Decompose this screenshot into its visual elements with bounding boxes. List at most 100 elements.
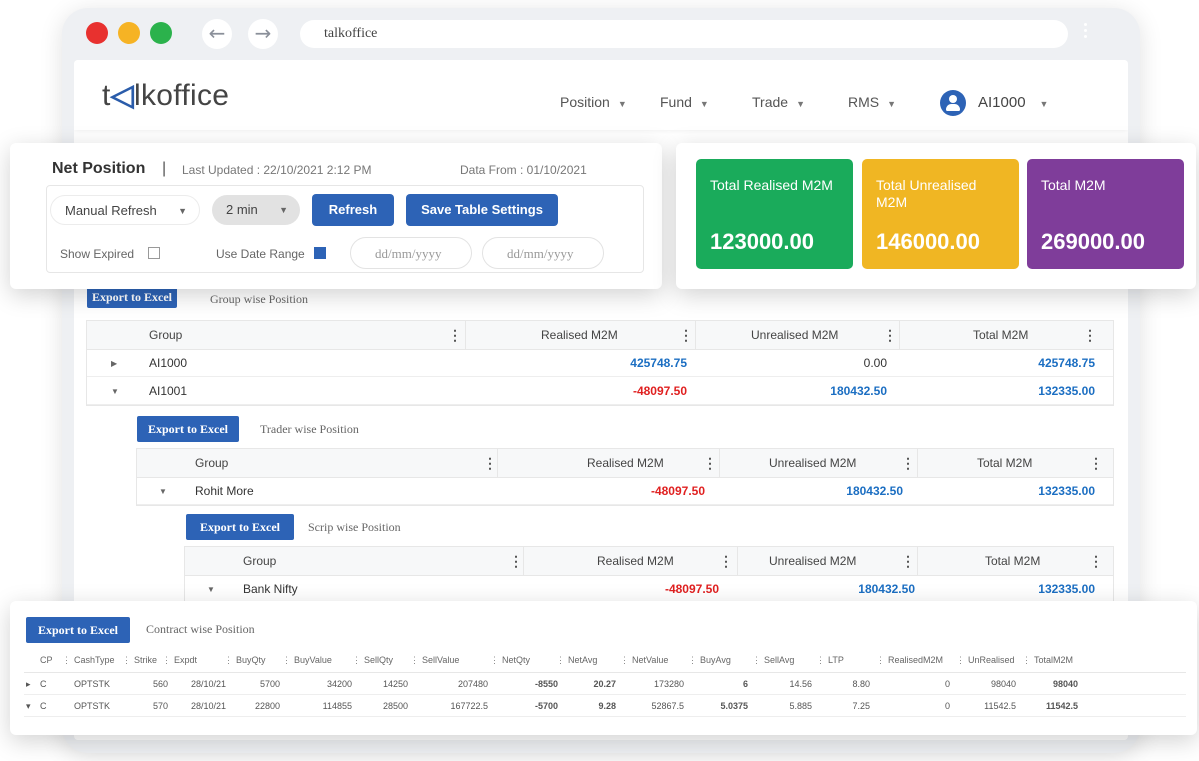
column-menu-icon[interactable]: ⋮ bbox=[901, 548, 915, 575]
column-menu-icon[interactable]: ⋮ bbox=[1022, 647, 1031, 673]
export-scrip-button[interactable]: Export to Excel bbox=[186, 514, 294, 540]
column-menu-icon[interactable]: ⋮ bbox=[352, 647, 361, 673]
show-expired-label: Show Expired bbox=[60, 247, 135, 261]
contract-table-header: CP ⋮ CashType ⋮ Strike ⋮ Expdt ⋮ BuyQty ⋮ BuyValue… bbox=[24, 647, 1186, 673]
column-menu-icon[interactable]: ⋮ bbox=[752, 647, 761, 673]
column-header-buyavg: BuyAvg bbox=[700, 655, 731, 665]
export-trader-button[interactable]: Export to Excel bbox=[137, 416, 239, 442]
column-menu-icon[interactable]: ⋮ bbox=[876, 647, 885, 673]
column-menu-icon[interactable]: ⋮ bbox=[620, 647, 629, 673]
column-header-unrealised: UnRealised bbox=[968, 655, 1015, 665]
column-menu-icon[interactable]: ⋮ bbox=[901, 450, 915, 477]
cell-sellavg: 14.56 bbox=[789, 679, 812, 689]
collapse-row-icon[interactable]: ▼ bbox=[111, 378, 119, 405]
export-contract-button[interactable]: Export to Excel bbox=[26, 617, 130, 643]
column-menu-icon[interactable]: ⋮ bbox=[1089, 548, 1103, 575]
column-menu-icon[interactable]: ⋮ bbox=[1083, 322, 1097, 349]
column-menu-icon[interactable]: ⋮ bbox=[719, 548, 733, 575]
column-menu-icon[interactable]: ⋮ bbox=[956, 647, 965, 673]
group-table-header: Group ⋮ Realised M2M ⋮ Unrealised M2M ⋮ … bbox=[87, 321, 1113, 350]
column-menu-icon[interactable]: ⋮ bbox=[816, 647, 825, 673]
refresh-interval-select[interactable]: 2 min ▼ bbox=[212, 195, 300, 225]
back-arrow-icon[interactable]: ← bbox=[202, 19, 232, 49]
group-table: Group ⋮ Realised M2M ⋮ Unrealised M2M ⋮ … bbox=[86, 320, 1114, 406]
export-group-button[interactable]: Export to Excel bbox=[87, 286, 177, 308]
column-menu-icon[interactable]: ⋮ bbox=[883, 322, 897, 349]
totals-panel: Total Realised M2M 123000.00 Total Unrea… bbox=[676, 143, 1196, 289]
table-row[interactable]: ▼ Bank Nifty -48097.50 180432.50 132335.… bbox=[185, 576, 1113, 603]
contract-table-caption: Contract wise Position bbox=[146, 622, 255, 636]
nav-rms[interactable]: RMS ▼ bbox=[848, 94, 896, 110]
column-menu-icon[interactable]: ⋮ bbox=[122, 647, 131, 673]
browser-menu-icon[interactable] bbox=[1084, 20, 1090, 41]
show-expired-checkbox[interactable] bbox=[148, 247, 160, 259]
column-menu-icon[interactable]: ⋮ bbox=[1089, 450, 1103, 477]
forward-arrow-icon[interactable]: → bbox=[248, 19, 278, 49]
use-date-range-label: Use Date Range bbox=[216, 247, 305, 261]
refresh-mode-select[interactable]: Manual Refresh ▼ bbox=[50, 195, 200, 225]
table-row[interactable]: ▼ Rohit More -48097.50 180432.50 132335.… bbox=[137, 478, 1113, 505]
column-menu-icon[interactable]: ⋮ bbox=[556, 647, 565, 673]
cell-totalm2m: 98040 bbox=[1052, 679, 1078, 689]
column-menu-icon[interactable]: ⋮ bbox=[703, 450, 717, 477]
collapse-row-icon[interactable]: ▼ bbox=[207, 576, 215, 603]
address-bar[interactable]: talkoffice bbox=[300, 20, 1068, 48]
expand-row-icon[interactable]: ▸ bbox=[26, 673, 31, 695]
close-window-dot[interactable] bbox=[86, 22, 108, 44]
column-header-unrealised: Unrealised M2M bbox=[751, 328, 839, 342]
cell-cashtype: OPTSTK bbox=[74, 701, 111, 711]
trader-table-caption: Trader wise Position bbox=[260, 422, 359, 436]
cell-netavg: 9.28 bbox=[598, 701, 616, 711]
cell-buyqty: 22800 bbox=[254, 701, 280, 711]
minimize-window-dot[interactable] bbox=[118, 22, 140, 44]
cell-buyvalue: 114855 bbox=[322, 701, 352, 711]
cell-cp: C bbox=[40, 701, 47, 711]
cell-unrealised: 98040 bbox=[990, 679, 1016, 689]
column-menu-icon[interactable]: ⋮ bbox=[688, 647, 697, 673]
table-row[interactable]: ▶ AI1000 425748.75 0.00 425748.75 bbox=[87, 350, 1113, 377]
column-menu-icon[interactable]: ⋮ bbox=[410, 647, 419, 673]
column-menu-icon[interactable]: ⋮ bbox=[224, 647, 233, 673]
column-header-realisedm2m: RealisedM2M bbox=[888, 655, 944, 665]
column-menu-icon[interactable]: ⋮ bbox=[490, 647, 499, 673]
cell-netqty: -5700 bbox=[534, 701, 558, 711]
column-menu-icon[interactable]: ⋮ bbox=[448, 322, 462, 349]
cell-buyavg: 5.0375 bbox=[720, 701, 748, 711]
last-updated-text: Last Updated : 22/10/2021 2:12 PM bbox=[182, 163, 372, 177]
table-row[interactable]: ▼ AI1001 -48097.50 180432.50 132335.00 bbox=[87, 378, 1113, 405]
date-from-input[interactable]: dd/mm/yyyy bbox=[350, 237, 472, 269]
column-menu-icon[interactable]: ⋮ bbox=[282, 647, 291, 673]
cell-ltp: 7.25 bbox=[852, 701, 870, 711]
nav-position[interactable]: Position ▼ bbox=[560, 94, 627, 110]
column-header-realised: Realised M2M bbox=[541, 328, 618, 342]
cell-netvalue: 173280 bbox=[653, 679, 684, 689]
save-table-settings-button[interactable]: Save Table Settings bbox=[406, 194, 558, 226]
table-row[interactable]: ▾ C OPTSTK 570 28/10/21 22800 114855 28500 16772… bbox=[24, 695, 1186, 717]
nav-fund[interactable]: Fund ▼ bbox=[660, 94, 709, 110]
date-to-input[interactable]: dd/mm/yyyy bbox=[482, 237, 604, 269]
column-menu-icon[interactable]: ⋮ bbox=[509, 548, 523, 575]
refresh-button[interactable]: Refresh bbox=[312, 194, 394, 226]
table-row[interactable]: ▸ C OPTSTK 560 28/10/21 5700 34200 14250 207480 -… bbox=[24, 673, 1186, 695]
column-header-cashtype: CashType bbox=[74, 655, 115, 665]
nav-trade[interactable]: Trade ▼ bbox=[752, 94, 805, 110]
column-menu-icon[interactable]: ⋮ bbox=[62, 647, 71, 673]
column-menu-icon[interactable]: ⋮ bbox=[483, 450, 497, 477]
maximize-window-dot[interactable] bbox=[150, 22, 172, 44]
chevron-down-icon: ▼ bbox=[796, 99, 805, 109]
column-menu-icon[interactable]: ⋮ bbox=[162, 647, 171, 673]
expand-row-icon[interactable]: ▶ bbox=[111, 350, 117, 377]
talkoffice-logo[interactable]: t◁lkoffice bbox=[102, 78, 229, 113]
collapse-row-icon[interactable]: ▼ bbox=[159, 478, 167, 505]
cell-sellavg: 5.885 bbox=[789, 701, 812, 711]
data-from-text: Data From : 01/10/2021 bbox=[460, 163, 587, 177]
user-menu[interactable]: AI1000 ▼ bbox=[978, 94, 1048, 111]
scrip-table-header: Group ⋮ Realised M2M ⋮ Unrealised M2M ⋮ … bbox=[185, 547, 1113, 576]
column-header-group: Group bbox=[149, 328, 183, 342]
column-menu-icon[interactable]: ⋮ bbox=[679, 322, 693, 349]
use-date-range-checkbox[interactable] bbox=[314, 247, 326, 259]
logo-arrow-icon: ◁ bbox=[110, 79, 135, 112]
cell-buyqty: 5700 bbox=[259, 679, 280, 689]
collapse-row-icon[interactable]: ▾ bbox=[26, 695, 31, 717]
user-avatar-icon[interactable] bbox=[940, 90, 966, 116]
